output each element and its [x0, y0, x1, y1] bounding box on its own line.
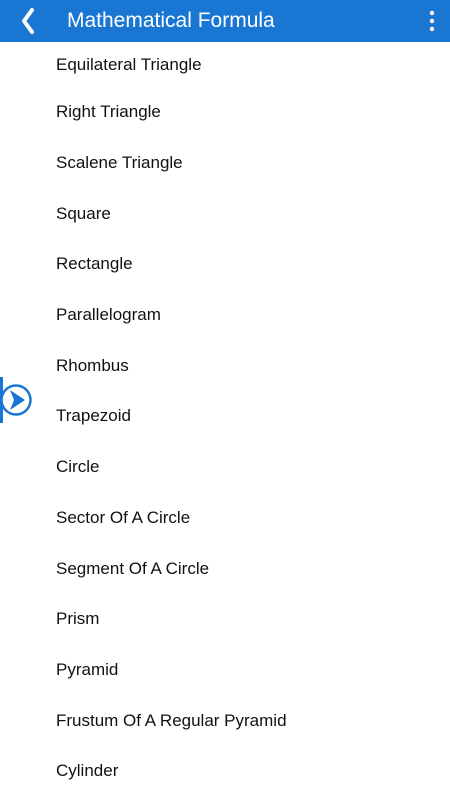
list-item[interactable]: Square [0, 188, 450, 239]
list-item-label: Cylinder [56, 761, 119, 781]
list-item-label: Right Triangle [56, 102, 161, 122]
list-item[interactable]: Equilateral Triangle [0, 42, 450, 87]
list-item-label: Equilateral Triangle [56, 54, 202, 74]
list-item-label: Parallelogram [56, 305, 161, 325]
list-item[interactable]: Pyramid [0, 645, 450, 696]
formula-list: Equilateral Triangle Right Triangle Scal… [0, 42, 450, 800]
list-item[interactable]: Prism [0, 594, 450, 645]
list-item-label: Sector Of A Circle [56, 507, 191, 527]
list-item[interactable]: Rectangle [0, 239, 450, 290]
overflow-menu-button[interactable] [414, 0, 450, 42]
list-item[interactable]: Circle [0, 442, 450, 493]
list-item-label: Trapezoid [56, 406, 131, 426]
list-item[interactable]: Right Triangle [0, 87, 450, 138]
list-item[interactable]: Parallelogram [0, 290, 450, 341]
list-item-label: Segment Of A Circle [56, 558, 210, 578]
list-item-label: Prism [56, 609, 100, 629]
list-item-label: Circle [56, 457, 100, 477]
list-item[interactable]: Sector Of A Circle [0, 493, 450, 544]
list-item[interactable]: Frustum Of A Regular Pyramid [0, 695, 450, 746]
list-item[interactable]: Segment Of A Circle [0, 543, 450, 594]
list-item[interactable]: Scalene Triangle [0, 138, 450, 189]
list-item[interactable]: Cylinder [0, 746, 450, 797]
app-bar: Mathematical Formula [0, 0, 450, 42]
list-item-label: Scalene Triangle [56, 153, 183, 173]
chevron-left-icon [22, 8, 34, 34]
list-item[interactable]: Trapezoid [0, 391, 450, 442]
list-item-label: Frustum Of A Regular Pyramid [56, 710, 287, 730]
list-item-label: Square [56, 203, 111, 223]
list-item-label: Pyramid [56, 659, 119, 679]
list-item-label: Rhombus [56, 355, 129, 375]
floating-side-handle-button[interactable] [0, 377, 34, 423]
list-item[interactable]: Rhombus [0, 340, 450, 391]
list-item-label: Rectangle [56, 254, 133, 274]
page-title: Mathematical Formula [67, 9, 275, 32]
play-arrow-icon [0, 377, 32, 423]
more-vert-icon [429, 10, 435, 32]
back-button[interactable] [0, 0, 56, 42]
